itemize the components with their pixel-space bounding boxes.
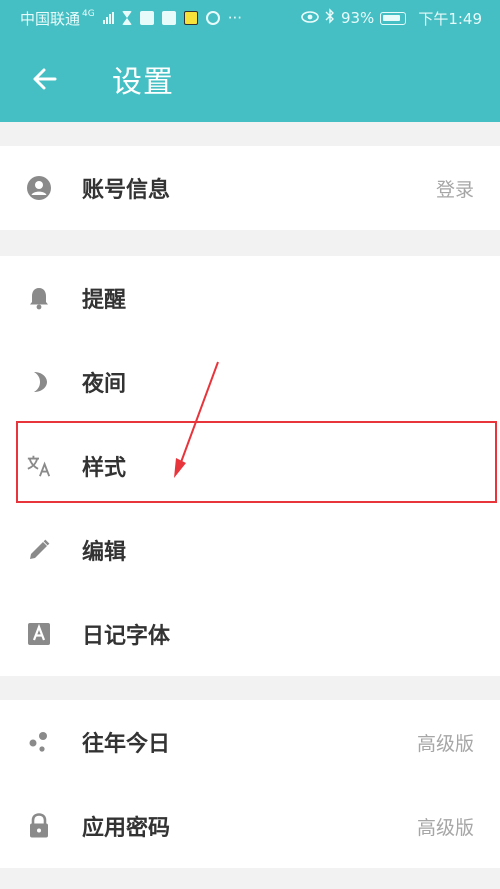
night-mode-row[interactable]: 夜间	[0, 340, 500, 424]
account-info-row[interactable]: 账号信息 登录	[0, 146, 500, 230]
row-label: 日记字体	[82, 624, 171, 649]
hourglass-icon	[121, 11, 132, 25]
annotation-highlight-box	[16, 421, 497, 503]
circle-app-icon	[205, 11, 220, 25]
signal-icon	[102, 12, 114, 24]
page-title: 设置	[112, 65, 174, 100]
premium-badge: 高级版	[416, 732, 474, 755]
carrier-text: 中国联通	[20, 9, 81, 28]
font-a-icon	[26, 621, 52, 647]
pencil-icon	[26, 537, 52, 563]
app-password-row[interactable]: 应用密码 高级版	[0, 784, 500, 868]
reminder-row[interactable]: 提醒	[0, 256, 500, 340]
video-app-icon	[183, 11, 198, 25]
eye-icon	[301, 9, 319, 27]
row-label: 编辑	[82, 540, 127, 565]
app-bar: 设置	[0, 36, 500, 122]
arrow-left-icon	[33, 68, 57, 90]
row-label: 往年今日	[82, 732, 171, 757]
row-label: 账号信息	[82, 178, 171, 203]
back-button[interactable]	[0, 36, 70, 122]
row-label: 提醒	[82, 288, 127, 313]
premium-section: 往年今日 高级版 应用密码 高级版	[0, 700, 500, 868]
lock-icon	[26, 813, 52, 839]
diary-font-row[interactable]: 日记字体	[0, 592, 500, 676]
network-type: 4G	[82, 9, 95, 19]
play-app-icon	[161, 11, 176, 25]
row-label: 夜间	[82, 372, 127, 397]
battery-icon	[380, 11, 407, 25]
bluetooth-icon	[325, 8, 335, 28]
dots-icon	[26, 729, 52, 755]
on-this-day-row[interactable]: 往年今日 高级版	[0, 700, 500, 784]
bell-icon	[26, 285, 52, 311]
row-label: 应用密码	[82, 816, 171, 841]
premium-badge: 高级版	[416, 816, 474, 839]
edit-row[interactable]: 编辑	[0, 508, 500, 592]
clock-time: 下午1:49	[418, 9, 482, 28]
edit-app-icon	[139, 11, 154, 25]
login-link[interactable]: 登录	[436, 175, 474, 202]
moon-icon	[26, 369, 52, 395]
account-circle-icon	[26, 175, 52, 201]
more-notifications-icon: ···	[227, 9, 243, 27]
account-section: 账号信息 登录	[0, 146, 500, 230]
battery-percent: 93%	[340, 9, 375, 27]
status-bar: 中国联通 4G ··· 93% 下午1:49	[0, 0, 500, 36]
